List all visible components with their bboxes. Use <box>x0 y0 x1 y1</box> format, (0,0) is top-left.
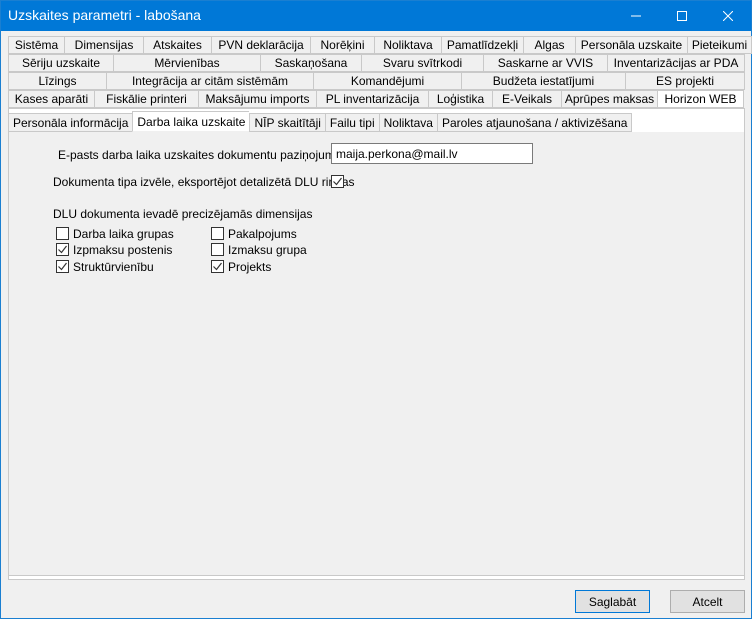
email-field[interactable]: maija.perkona@mail.lv <box>331 143 533 164</box>
tab-darba-laika-uzskaite[interactable]: Darba laika uzskaite <box>132 111 250 132</box>
minimize-icon[interactable] <box>613 1 659 31</box>
tab-es-projekti[interactable]: ES projekti <box>625 72 745 90</box>
tab-algas[interactable]: Algas <box>523 36 575 54</box>
tab-nip-skaititaji[interactable]: NĪP skaitītāji <box>249 113 325 132</box>
tab-row-3: Līzings Integrācija ar citām sistēmām Ko… <box>8 72 745 90</box>
tab-e-veikals[interactable]: E-Veikals <box>492 90 561 108</box>
tab-pamatlidzekli[interactable]: Pamatlīdzekļi <box>441 36 523 54</box>
email-label: E-pasts darba laika uzskaites dokumentu … <box>58 148 358 162</box>
tab-paroles-atjaunosana[interactable]: Paroles atjaunošana / aktivizēšana <box>436 113 633 132</box>
izpmaksu-postenis-label: Izpmaksu postenis <box>73 243 173 257</box>
tab-noliktava-inner[interactable]: Noliktava <box>378 113 437 132</box>
tab-aprupes-maksas[interactable]: Aprūpes maksas <box>561 90 657 108</box>
tab-fiskalie-printeri[interactable]: Fiskālie printeri <box>94 90 198 108</box>
tab-norekini[interactable]: Norēķini <box>310 36 374 54</box>
tab-sistema[interactable]: Sistēma <box>8 36 64 54</box>
tab-saskanosana[interactable]: Saskaņošana <box>260 54 361 72</box>
tab-failu-tipi[interactable]: Failu tipi <box>324 113 379 132</box>
tab-svaru-svitrkodi[interactable]: Svaru svītrkodi <box>361 54 483 72</box>
projekts-checkbox[interactable] <box>211 260 224 273</box>
tab-integracija[interactable]: Integrācija ar citām sistēmām <box>106 72 313 90</box>
doc-type-label: Dokumenta tipa izvēle, eksportējot detal… <box>53 175 355 189</box>
tab-pl-inventarizacija[interactable]: PL inventarizācija <box>316 90 428 108</box>
pakalpojums-checkbox[interactable] <box>211 227 224 240</box>
izmaksu-grupa-label: Izmaksu grupa <box>228 243 307 257</box>
darba-laika-panel <box>8 132 745 576</box>
tab-maksajumu-imports[interactable]: Maksājumu imports <box>198 90 316 108</box>
tab-komandejumi[interactable]: Komandējumi <box>313 72 461 90</box>
maximize-icon[interactable] <box>659 1 705 31</box>
tab-budzeta-iestatijumi[interactable]: Budžeta iestatījumi <box>461 72 625 90</box>
tab-pieteikumi[interactable]: Pieteikumi <box>687 36 752 54</box>
tab-dimensijas[interactable]: Dimensijas <box>64 36 143 54</box>
pakalpojums-label: Pakalpojums <box>228 227 297 241</box>
dialog-window: Uzskaites parametri - labošana Sistēma D… <box>0 0 752 619</box>
tab-personala-informacija[interactable]: Personāla informācija <box>8 113 133 132</box>
tab-row-4: Kases aparāti Fiskālie printeri Maksājum… <box>8 90 744 108</box>
izmaksu-grupa-checkbox[interactable] <box>211 243 224 256</box>
cancel-button[interactable]: Atcelt <box>670 590 745 613</box>
close-icon[interactable] <box>705 1 751 31</box>
tab-logistika[interactable]: Loģistika <box>428 90 492 108</box>
tab-noliktava[interactable]: Noliktava <box>374 36 441 54</box>
doc-type-checkbox[interactable] <box>331 175 344 188</box>
darba-laika-grupas-checkbox[interactable] <box>56 227 69 240</box>
save-button[interactable]: Saglabāt <box>575 590 650 613</box>
title-bar: Uzskaites parametri - labošana <box>1 1 751 31</box>
tab-kases-aparati[interactable]: Kases aparāti <box>8 90 94 108</box>
tab-row-1: Sistēma Dimensijas Atskaites PVN deklarā… <box>8 36 752 54</box>
tab-saskarne-ar-vvis[interactable]: Saskarne ar VVIS <box>483 54 607 72</box>
tab-inventarizacijas-ar-pda[interactable]: Inventarizācijas ar PDA <box>607 54 745 72</box>
tab-row-2: Sēriju uzskaite Mērvienības Saskaņošana … <box>8 54 745 72</box>
strukturvienibu-checkbox[interactable] <box>56 260 69 273</box>
tab-pvn-deklaracija[interactable]: PVN deklarācija <box>211 36 310 54</box>
inner-tab-row: Personāla informācija Darba laika uzskai… <box>8 111 633 132</box>
projekts-label: Projekts <box>228 260 272 274</box>
tab-mervienibas[interactable]: Mērvienības <box>113 54 260 72</box>
tab-seriju-uzskaite[interactable]: Sēriju uzskaite <box>8 54 113 72</box>
tab-horizon-web[interactable]: Horizon WEB <box>657 90 744 108</box>
window-title: Uzskaites parametri - labošana <box>8 7 201 23</box>
tab-personala-uzskaite[interactable]: Personāla uzskaite <box>575 36 687 54</box>
darba-laika-grupas-label: Darba laika grupas <box>73 227 174 241</box>
dims-heading: DLU dokumenta ievadē precizējamās dimens… <box>53 207 313 221</box>
izpmaksu-postenis-checkbox[interactable] <box>56 243 69 256</box>
strukturvienibu-label: Struktūrvienību <box>73 260 154 274</box>
tab-lizings[interactable]: Līzings <box>8 72 106 90</box>
tab-atskaites[interactable]: Atskaites <box>143 36 211 54</box>
